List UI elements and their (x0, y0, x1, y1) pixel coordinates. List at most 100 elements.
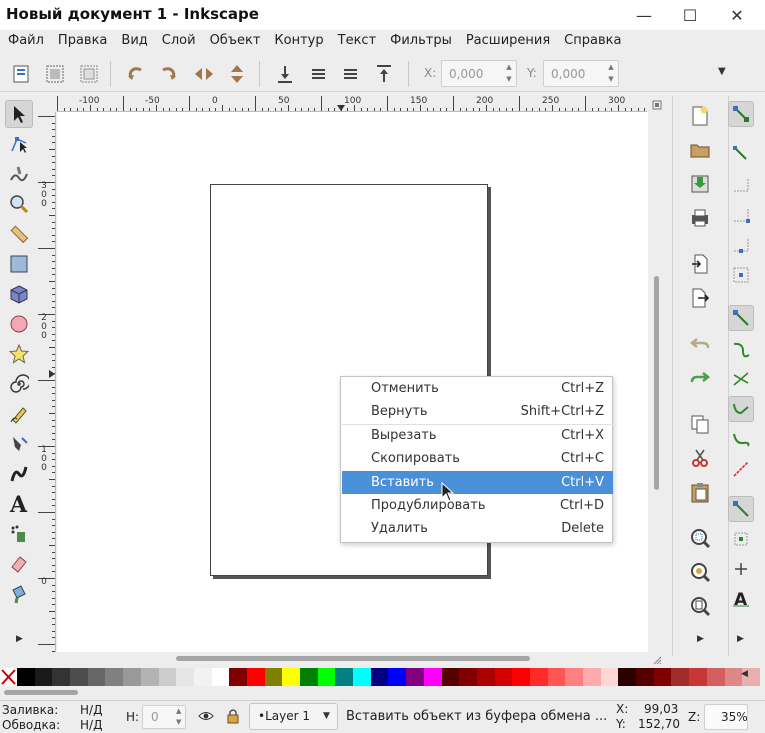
layer-dropdown[interactable]: •Layer 1 ▼ (249, 703, 338, 730)
horizontal-scrollbar-thumb[interactable] (176, 656, 530, 661)
import-button[interactable] (688, 252, 712, 276)
menu-help[interactable]: Справка (558, 30, 629, 54)
rotate-ccw-icon[interactable] (124, 62, 148, 86)
spin-down-icon[interactable]: ▼ (606, 74, 616, 85)
toolbox-more-icon[interactable]: ▶ (16, 634, 23, 644)
flip-horizontal-icon[interactable] (192, 62, 216, 86)
pencil-tool[interactable] (5, 400, 33, 428)
snap-text-baseline[interactable]: A (728, 586, 754, 612)
color-swatch[interactable] (317, 668, 336, 686)
maximize-button[interactable]: ☐ (677, 3, 703, 27)
vertical-ruler[interactable]: 300 200 100 0 (38, 112, 56, 652)
menu-item-undo[interactable]: Отменить Ctrl+Z (342, 377, 613, 400)
export-button[interactable] (688, 286, 712, 310)
color-swatch[interactable] (282, 668, 300, 686)
color-swatch[interactable] (724, 668, 743, 686)
spiral-tool[interactable] (5, 370, 33, 398)
menu-layer[interactable]: Слой (156, 30, 204, 54)
palette-scrollbar[interactable] (0, 688, 765, 698)
zoom-selection-button[interactable] (688, 526, 712, 550)
color-swatch[interactable] (653, 668, 672, 686)
cut-button[interactable] (688, 446, 712, 470)
spray-tool[interactable] (5, 520, 33, 548)
x-input[interactable] (442, 61, 502, 86)
y-spinbox[interactable]: ▲ ▼ (543, 60, 619, 87)
print-button[interactable] (688, 206, 712, 230)
color-swatch[interactable] (547, 668, 566, 686)
snap-others[interactable] (728, 496, 754, 522)
menu-item-paste[interactable]: Вставить Ctrl+V (342, 471, 613, 494)
open-document-button[interactable] (688, 138, 712, 162)
eye-icon[interactable] (198, 709, 214, 723)
menu-item-delete[interactable]: Удалить Delete (342, 517, 613, 540)
color-swatch[interactable] (370, 668, 389, 686)
zoom-field[interactable]: 35% (704, 704, 748, 730)
color-swatch[interactable] (565, 668, 583, 686)
spin-up-icon[interactable]: ▲ (176, 707, 181, 715)
color-swatch[interactable] (618, 668, 637, 686)
undo-button[interactable] (688, 332, 712, 356)
node-tool[interactable] (5, 130, 33, 158)
snap-bbox[interactable] (728, 141, 754, 167)
snap-bbox-center[interactable] (728, 262, 754, 288)
eraser-tool[interactable] (5, 550, 33, 578)
snap-bbox-midpoint[interactable] (728, 232, 754, 258)
new-document-button[interactable] (688, 104, 712, 128)
ellipse-tool[interactable] (5, 310, 33, 338)
color-swatch[interactable] (105, 668, 124, 686)
palette-menu-icon[interactable]: ◀ (741, 669, 748, 679)
color-swatch[interactable] (246, 668, 265, 686)
color-swatch[interactable] (600, 668, 619, 686)
menu-item-cut[interactable]: Вырезать Ctrl+X (342, 424, 613, 447)
snap-more-icon[interactable]: ▶ (737, 634, 744, 644)
raise-to-top-icon[interactable] (372, 62, 396, 86)
color-swatch[interactable] (512, 668, 530, 686)
select-all-layers-icon[interactable] (43, 62, 67, 86)
color-swatch[interactable] (193, 668, 212, 686)
color-swatch[interactable] (636, 668, 654, 686)
lower-to-bottom-icon[interactable] (273, 62, 297, 86)
paste-button[interactable] (688, 480, 712, 504)
lower-icon[interactable] (306, 62, 330, 86)
horizontal-ruler[interactable]: -100 -50 0 50 100 150 200 250 300 (57, 96, 647, 112)
snap-toggle[interactable] (728, 101, 754, 127)
menu-item-copy[interactable]: Скопировать Ctrl+C (342, 447, 613, 470)
tweak-tool[interactable] (5, 160, 33, 188)
fill-value[interactable]: Н/Д (80, 703, 102, 717)
snap-midpoints[interactable] (728, 456, 754, 482)
menu-text[interactable]: Текст (332, 30, 385, 54)
pen-tool[interactable] (5, 430, 33, 458)
menu-item-redo[interactable]: Вернуть Shift+Ctrl+Z (342, 400, 613, 423)
menu-edit[interactable]: Правка (52, 30, 115, 54)
snap-intersection[interactable] (728, 366, 754, 392)
snap-smooth-nodes[interactable] (728, 426, 754, 452)
color-swatch[interactable] (335, 668, 354, 686)
rotate-cw-icon[interactable] (156, 62, 180, 86)
color-swatch[interactable] (87, 668, 106, 686)
menu-filters[interactable]: Фильтры (384, 30, 460, 54)
menu-item-duplicate[interactable]: Продублировать Ctrl+D (342, 494, 613, 517)
color-swatch[interactable] (353, 668, 371, 686)
spin-up-icon[interactable]: ▲ (504, 62, 514, 73)
color-swatch[interactable] (34, 668, 53, 686)
no-paint-swatch[interactable] (0, 668, 17, 686)
deselect-icon[interactable] (77, 62, 101, 86)
color-swatch[interactable] (388, 668, 407, 686)
lock-guides-icon[interactable] (652, 100, 662, 110)
snap-object-center[interactable] (728, 526, 754, 552)
color-swatch[interactable] (17, 668, 35, 686)
color-swatch[interactable] (706, 668, 725, 686)
3d-box-tool[interactable] (5, 280, 33, 308)
close-button[interactable]: ✕ (724, 3, 750, 27)
snap-bbox-corner[interactable] (728, 202, 754, 228)
color-swatch[interactable] (459, 668, 477, 686)
spin-down-icon[interactable]: ▼ (504, 74, 514, 85)
x-spinbox[interactable]: ▲ ▼ (441, 60, 517, 87)
color-swatch[interactable] (476, 668, 495, 686)
opacity-spinbox[interactable]: 0 ▲ ▼ (142, 705, 186, 729)
snap-rotation-center[interactable] (728, 556, 754, 582)
menu-file[interactable]: Файл (2, 30, 52, 54)
vertical-scrollbar-thumb[interactable] (654, 276, 659, 490)
color-swatch[interactable] (300, 668, 318, 686)
color-swatch[interactable] (423, 668, 442, 686)
